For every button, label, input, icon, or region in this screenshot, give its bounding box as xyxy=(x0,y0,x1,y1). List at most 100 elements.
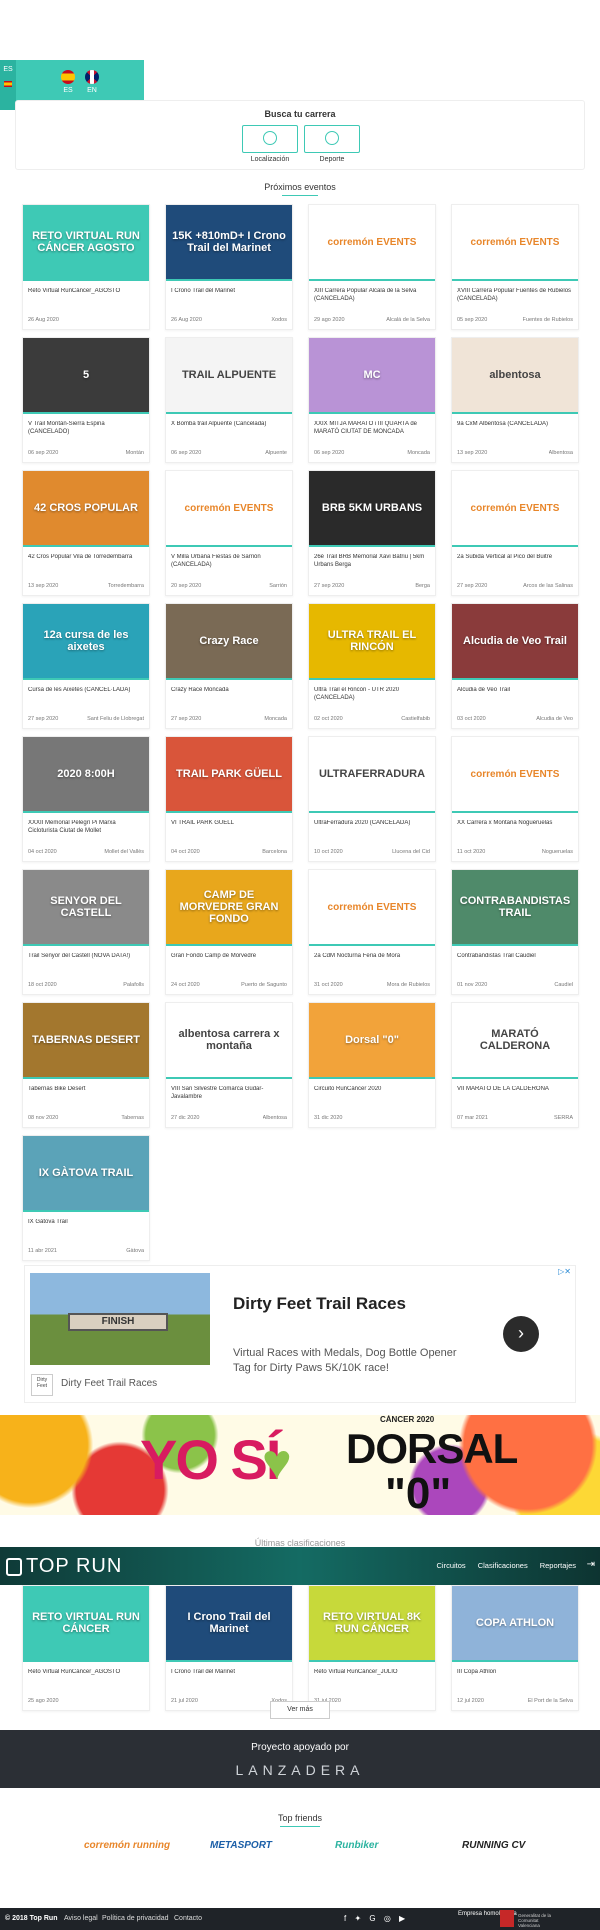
event-thumbnail[interactable]: RETO VIRTUAL 8K RUN CÁNCER xyxy=(309,1586,435,1662)
event-card[interactable]: ULTRA TRAIL EL RINCÓN Ultra Trail el Rinc… xyxy=(308,603,436,729)
event-thumbnail[interactable]: 42 CROS POPULAR xyxy=(23,471,149,547)
event-card[interactable]: MC XXIX MITJA MARATÓ i III QUARTA de MARA… xyxy=(308,337,436,463)
event-thumbnail[interactable]: BRB 5KM URBANS xyxy=(309,471,435,547)
event-card[interactable]: 42 CROS POPULAR 42 Cros Popular Vila de T… xyxy=(22,470,150,596)
event-thumbnail[interactable]: Dorsal "0" xyxy=(309,1003,435,1079)
event-thumbnail[interactable]: albentosa carrera x montaña xyxy=(166,1003,292,1079)
event-thumbnail[interactable]: TRAIL ALPUENTE xyxy=(166,338,292,414)
event-title[interactable]: IX Gàtova Trail xyxy=(28,1219,146,1227)
event-title[interactable]: Reto Virtual RunCáncer_JULIO xyxy=(314,1669,432,1677)
event-title[interactable]: XXXII Memorial Pelegrí Pi Marxa Ciclotur… xyxy=(28,820,146,835)
advertisement[interactable]: ▷✕ FINISH Dirty Feet Trail Races Virtual… xyxy=(24,1265,576,1403)
event-card[interactable]: BRB 5KM URBANS 26è Trail BRB Memorial Xav… xyxy=(308,470,436,596)
event-card[interactable]: 5 V Trail Montán-Sierra Espina (CANCELADO… xyxy=(22,337,150,463)
event-card[interactable]: corremón EVENTS V Milla Urbana Fiestas de… xyxy=(165,470,293,596)
login-icon[interactable]: ⇥ xyxy=(587,1559,595,1570)
event-title[interactable]: XXIX MITJA MARATÓ i III QUARTA de MARATÓ… xyxy=(314,421,432,436)
event-card[interactable]: CONTRABANDISTAS TRAIL Contrabandistas Tra… xyxy=(451,869,579,995)
ad-brand[interactable]: Dirty Feet Trail Races xyxy=(61,1378,157,1389)
event-title[interactable]: X Bomba trail Alpuente (Cancelada) xyxy=(171,421,289,429)
event-title[interactable]: 42 Cros Popular Vila de Torredembarra xyxy=(28,554,146,562)
friend-logo-runbiker[interactable]: Runbiker xyxy=(335,1840,378,1851)
event-thumbnail[interactable]: MC xyxy=(309,338,435,414)
friend-logo-runningcv[interactable]: RUNNING CV xyxy=(462,1840,525,1851)
event-title[interactable]: Circuito RunCáncer 2020 xyxy=(314,1086,432,1094)
event-card[interactable]: 12a cursa de les aixetes Cursa de les Aix… xyxy=(22,603,150,729)
event-thumbnail[interactable]: TRAIL PARK GÜELL xyxy=(166,737,292,813)
event-thumbnail[interactable]: IX GÀTOVA TRAIL xyxy=(23,1136,149,1212)
event-title[interactable]: I Crono Trail del Marinet xyxy=(171,1669,289,1677)
event-thumbnail[interactable]: corremón EVENTS xyxy=(166,471,292,547)
event-card[interactable]: TABERNAS DESERT Tabernas Bike Desert 08 no… xyxy=(22,1002,150,1128)
event-thumbnail[interactable]: corremón EVENTS xyxy=(452,737,578,813)
event-title[interactable]: Ultra Trail el Rincón - UTR 2020 (CANCEL… xyxy=(314,687,432,702)
event-card[interactable]: RETO VIRTUAL 8K RUN CÁNCER Reto Virtual R… xyxy=(308,1585,436,1711)
social-icons[interactable]: f ✦ G ◎ ▶ xyxy=(344,1914,408,1923)
event-thumbnail[interactable]: corremón EVENTS xyxy=(309,205,435,281)
toprun-logo[interactable]: TOP RUN xyxy=(6,1555,122,1578)
event-thumbnail[interactable]: ULTRAFERRADURA xyxy=(309,737,435,813)
event-card[interactable]: COPA ATHLON III Copa Athlon 12 jul 2020 El … xyxy=(451,1585,579,1711)
event-thumbnail[interactable]: MARATÓ CALDERONA xyxy=(452,1003,578,1079)
event-title[interactable]: Gran Fondo Camp de Morvedre xyxy=(171,953,289,961)
nav-link-reportajes[interactable]: Reportajes xyxy=(540,1561,576,1570)
event-card[interactable]: corremón EVENTS XIII Carrera Popular Alca… xyxy=(308,204,436,330)
event-title[interactable]: VI TRAIL PARK GÜELL xyxy=(171,820,289,828)
event-card[interactable]: corremón EVENTS XX Carrera x Montaña Nogu… xyxy=(451,736,579,862)
event-title[interactable]: Reto Virtual RunCáncer_AGOSTO xyxy=(28,288,146,296)
event-card[interactable]: 15K +810mD+ I Crono Trail del Marinet I C… xyxy=(165,204,293,330)
event-card[interactable]: 2020 8:00H XXXII Memorial Pelegrí Pi Marx… xyxy=(22,736,150,862)
event-card[interactable]: Alcudia de Veo Trail Alcudia de Veo Trail… xyxy=(451,603,579,729)
contact-link[interactable]: Contacto xyxy=(174,1915,202,1922)
event-card[interactable]: RETO VIRTUAL RUN CÁNCER Reto Virtual RunC… xyxy=(22,1585,150,1711)
event-title[interactable]: 2a Subida Vertical al Pico del Buitre xyxy=(457,554,575,562)
location-filter-button[interactable] xyxy=(242,125,298,153)
friend-logo-corremon[interactable]: corremón running xyxy=(84,1840,170,1851)
event-card[interactable]: Crazy Race Crazy Race Moncada 27 sep 2020 M… xyxy=(165,603,293,729)
event-title[interactable]: Tabernas Bike Desert xyxy=(28,1086,146,1094)
event-thumbnail[interactable]: 12a cursa de les aixetes xyxy=(23,604,149,680)
event-thumbnail[interactable]: COPA ATHLON xyxy=(452,1586,578,1662)
event-card[interactable]: I Crono Trail del Marinet I Crono Trail d… xyxy=(165,1585,293,1711)
event-title[interactable]: 2a CdM Nocturna Feria de Mora xyxy=(314,953,432,961)
event-thumbnail[interactable]: corremón EVENTS xyxy=(452,471,578,547)
event-card[interactable]: corremón EVENTS 2a Subida Vertical al Pic… xyxy=(451,470,579,596)
event-thumbnail[interactable]: Alcudia de Veo Trail xyxy=(452,604,578,680)
ad-image[interactable]: FINISH xyxy=(30,1273,210,1365)
event-thumbnail[interactable]: Crazy Race xyxy=(166,604,292,680)
event-thumbnail[interactable]: 5 xyxy=(23,338,149,414)
event-title[interactable]: 9a CxM Albentosa (CANCELADA) xyxy=(457,421,575,429)
event-card[interactable]: corremón EVENTS XVIII Carrera Popular Fue… xyxy=(451,204,579,330)
event-thumbnail[interactable]: 15K +810mD+ I Crono Trail del Marinet xyxy=(166,205,292,281)
event-thumbnail[interactable]: albentosa xyxy=(452,338,578,414)
event-card[interactable]: corremón EVENTS 2a CdM Nocturna Feria de … xyxy=(308,869,436,995)
event-thumbnail[interactable]: RETO VIRTUAL RUN CÁNCER AGOSTO xyxy=(23,205,149,281)
legal-notice-link[interactable]: Aviso legal xyxy=(64,1915,98,1922)
event-card[interactable]: Dorsal "0" Circuito RunCáncer 2020 31 dic … xyxy=(308,1002,436,1128)
nav-link-circuitos[interactable]: Circuitos xyxy=(437,1561,466,1570)
see-more-button[interactable]: Ver más xyxy=(270,1701,330,1719)
event-card[interactable]: TRAIL PARK GÜELL VI TRAIL PARK GÜELL 04 oc… xyxy=(165,736,293,862)
event-thumbnail[interactable]: corremón EVENTS xyxy=(452,205,578,281)
event-thumbnail[interactable]: SENYOR DEL CASTELL xyxy=(23,870,149,946)
event-title[interactable]: Contrabandistas Trail Caudiel xyxy=(457,953,575,961)
event-card[interactable]: albentosa carrera x montaña VIII San Silv… xyxy=(165,1002,293,1128)
event-title[interactable]: V Trail Montán-Sierra Espina (CANCELADO) xyxy=(28,421,146,436)
event-card[interactable]: TRAIL ALPUENTE X Bomba trail Alpuente (Ca… xyxy=(165,337,293,463)
event-title[interactable]: I Crono Trail del Marinet xyxy=(171,288,289,296)
event-card[interactable]: CAMP DE MORVEDRE GRAN FONDO Gran Fondo Ca… xyxy=(165,869,293,995)
lanzadera-logo[interactable]: LANZADERA xyxy=(0,1762,600,1778)
event-card[interactable]: IX GÀTOVA TRAIL IX Gàtova Trail 11 abr 202… xyxy=(22,1135,150,1261)
event-title[interactable]: Crazy Race Moncada xyxy=(171,687,289,695)
event-title[interactable]: UltraFerradura 2020 (CANCELADA) xyxy=(314,820,432,828)
sport-filter-button[interactable] xyxy=(304,125,360,153)
event-thumbnail[interactable]: corremón EVENTS xyxy=(309,870,435,946)
event-thumbnail[interactable]: I Crono Trail del Marinet xyxy=(166,1586,292,1662)
privacy-policy-link[interactable]: Política de privacidad xyxy=(102,1915,169,1922)
friend-logo-metasport[interactable]: METASPORT xyxy=(210,1840,272,1851)
event-title[interactable]: V Milla Urbana Fiestas de Sarrión (CANCE… xyxy=(171,554,289,569)
event-thumbnail[interactable]: ULTRA TRAIL EL RINCÓN xyxy=(309,604,435,680)
event-card[interactable]: ULTRAFERRADURA UltraFerradura 2020 (CANCE… xyxy=(308,736,436,862)
event-card[interactable]: albentosa 9a CxM Albentosa (CANCELADA) 13 … xyxy=(451,337,579,463)
event-title[interactable]: XIII Carrera Popular Alcalá de la Selva … xyxy=(314,288,432,303)
